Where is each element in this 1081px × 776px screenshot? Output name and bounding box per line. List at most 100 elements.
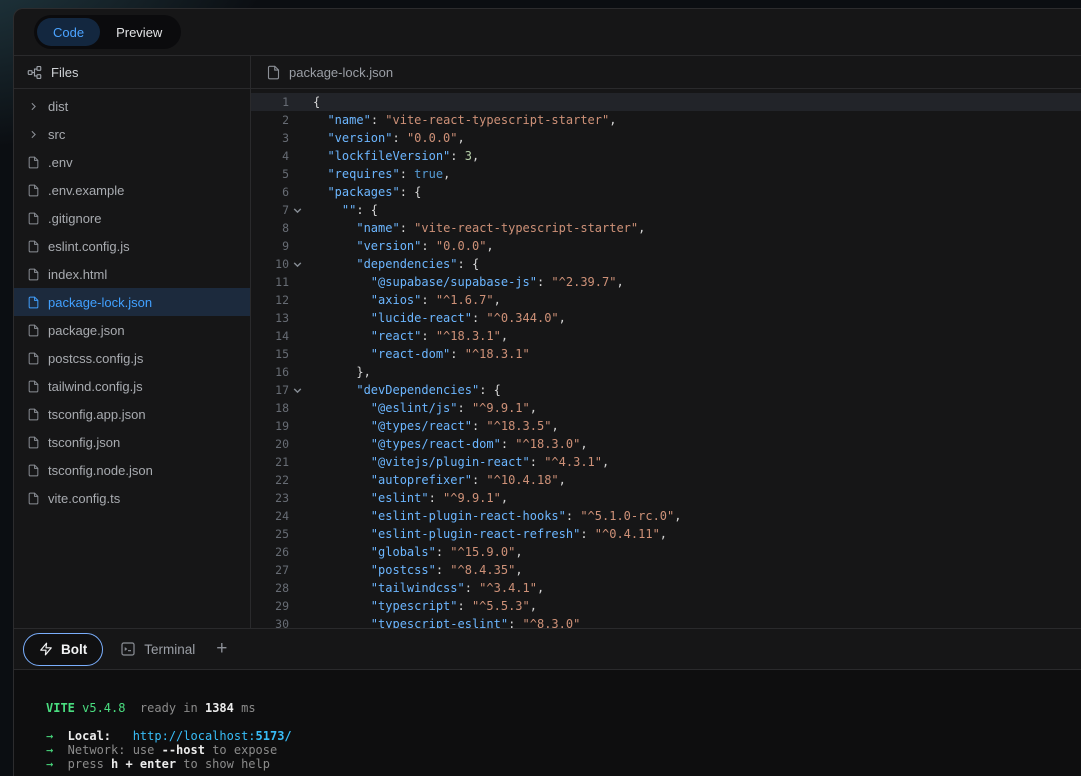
file-tree-item-tailwind.config.js[interactable]: tailwind.config.js [14, 372, 250, 400]
file-tree-item-tsconfig.node.json[interactable]: tsconfig.node.json [14, 456, 250, 484]
code-line-4[interactable]: 4 "lockfileVersion": 3, [251, 147, 1081, 165]
fold-chevron-icon[interactable] [289, 205, 306, 216]
file-tree-item-dist[interactable]: dist [14, 92, 250, 120]
code-line-6[interactable]: 6 "packages": { [251, 183, 1081, 201]
file-tree-item-package-lock.json[interactable]: package-lock.json [14, 288, 250, 316]
line-number: 24 [251, 509, 289, 523]
code-line-22[interactable]: 22 "autoprefixer": "^10.4.18", [251, 471, 1081, 489]
code-area[interactable]: 1{2 "name": "vite-react-typescript-start… [251, 89, 1081, 628]
file-tree-item-vite.config.ts[interactable]: vite.config.ts [14, 484, 250, 512]
file-icon [27, 296, 41, 309]
line-number: 23 [251, 491, 289, 505]
code-line-9[interactable]: 9 "version": "0.0.0", [251, 237, 1081, 255]
code-line-text: "@types/react": "^18.3.5", [306, 417, 559, 435]
code-line-11[interactable]: 11 "@supabase/supabase-js": "^2.39.7", [251, 273, 1081, 291]
file-tree-item-postcss.config.js[interactable]: postcss.config.js [14, 344, 250, 372]
code-line-7[interactable]: 7 "": { [251, 201, 1081, 219]
terminal-tab[interactable]: Terminal [120, 641, 195, 657]
code-line-text: "eslint": "^9.9.1", [306, 489, 508, 507]
code-line-8[interactable]: 8 "name": "vite-react-typescript-starter… [251, 219, 1081, 237]
file-tree-item-.env[interactable]: .env [14, 148, 250, 176]
code-line-15[interactable]: 15 "react-dom": "^18.3.1" [251, 345, 1081, 363]
code-line-12[interactable]: 12 "axios": "^1.6.7", [251, 291, 1081, 309]
file-icon [27, 436, 41, 449]
bottom-tab-bar: Bolt Terminal + [14, 628, 1081, 669]
code-line-3[interactable]: 3 "version": "0.0.0", [251, 129, 1081, 147]
code-line-text: "postcss": "^8.4.35", [306, 561, 523, 579]
line-number: 19 [251, 419, 289, 433]
file-icon [27, 240, 41, 253]
code-line-30[interactable]: 30 "typescript-eslint": "^8.3.0" [251, 615, 1081, 628]
code-line-16[interactable]: 16 }, [251, 363, 1081, 381]
code-line-text: "tailwindcss": "^3.4.1", [306, 579, 544, 597]
line-number: 2 [251, 113, 289, 127]
code-line-14[interactable]: 14 "react": "^18.3.1", [251, 327, 1081, 345]
code-line-28[interactable]: 28 "tailwindcss": "^3.4.1", [251, 579, 1081, 597]
file-tree-item-label: vite.config.ts [48, 491, 120, 506]
code-line-text: "packages": { [306, 183, 421, 201]
file-tree-item-src[interactable]: src [14, 120, 250, 148]
line-number: 10 [251, 257, 289, 271]
terminal-output[interactable]: VITE v5.4.8 ready in 1384 ms→ Local: htt… [14, 669, 1081, 776]
terminal-line: → press h + enter to show help [46, 757, 1081, 771]
file-tree-item-index.html[interactable]: index.html [14, 260, 250, 288]
file-icon [27, 156, 41, 169]
file-tree-item-tsconfig.app.json[interactable]: tsconfig.app.json [14, 400, 250, 428]
file-tree-item-tsconfig.json[interactable]: tsconfig.json [14, 428, 250, 456]
file-tree-item-label: .gitignore [48, 211, 101, 226]
code-toggle-button[interactable]: Code [37, 18, 100, 46]
line-number: 1 [251, 95, 289, 109]
header-row: Files package-lock.json [14, 56, 1081, 89]
chevron-right-icon [27, 100, 41, 113]
code-line-18[interactable]: 18 "@eslint/js": "^9.9.1", [251, 399, 1081, 417]
line-number: 7 [251, 203, 289, 217]
files-panel-header: Files [14, 56, 251, 88]
terminal-line: → Network: use --host to expose [46, 743, 1081, 757]
code-line-29[interactable]: 29 "typescript": "^5.5.3", [251, 597, 1081, 615]
preview-toggle-button[interactable]: Preview [100, 18, 178, 46]
file-tree-item-eslint.config.js[interactable]: eslint.config.js [14, 232, 250, 260]
code-line-text: { [306, 93, 320, 111]
code-line-text: "@vitejs/plugin-react": "^4.3.1", [306, 453, 609, 471]
fold-chevron-icon[interactable] [289, 259, 306, 270]
line-number: 3 [251, 131, 289, 145]
code-line-text: "devDependencies": { [306, 381, 501, 399]
code-line-17[interactable]: 17 "devDependencies": { [251, 381, 1081, 399]
file-tree-item-.env.example[interactable]: .env.example [14, 176, 250, 204]
code-line-5[interactable]: 5 "requires": true, [251, 165, 1081, 183]
line-number: 28 [251, 581, 289, 595]
file-tree-item-label: .env.example [48, 183, 124, 198]
code-line-25[interactable]: 25 "eslint-plugin-react-refresh": "^0.4.… [251, 525, 1081, 543]
editor-file-tab[interactable]: package-lock.json [251, 56, 1081, 88]
code-line-text: "version": "0.0.0", [306, 129, 465, 147]
file-icon [266, 65, 281, 80]
code-line-13[interactable]: 13 "lucide-react": "^0.344.0", [251, 309, 1081, 327]
code-line-text: "@types/react-dom": "^18.3.0", [306, 435, 588, 453]
code-line-1[interactable]: 1{ [251, 93, 1081, 111]
code-line-10[interactable]: 10 "dependencies": { [251, 255, 1081, 273]
code-line-text: "lucide-react": "^0.344.0", [306, 309, 566, 327]
code-line-21[interactable]: 21 "@vitejs/plugin-react": "^4.3.1", [251, 453, 1081, 471]
code-line-19[interactable]: 19 "@types/react": "^18.3.5", [251, 417, 1081, 435]
terminal-icon [120, 641, 136, 657]
bolt-tab[interactable]: Bolt [23, 633, 103, 666]
code-line-text: "react": "^18.3.1", [306, 327, 508, 345]
line-number: 15 [251, 347, 289, 361]
chevron-right-icon [27, 128, 41, 141]
file-icon [27, 352, 41, 365]
code-line-24[interactable]: 24 "eslint-plugin-react-hooks": "^5.1.0-… [251, 507, 1081, 525]
code-line-27[interactable]: 27 "postcss": "^8.4.35", [251, 561, 1081, 579]
code-line-2[interactable]: 2 "name": "vite-react-typescript-starter… [251, 111, 1081, 129]
code-line-text: "name": "vite-react-typescript-starter", [306, 111, 616, 129]
line-number: 18 [251, 401, 289, 415]
code-line-23[interactable]: 23 "eslint": "^9.9.1", [251, 489, 1081, 507]
fold-chevron-icon[interactable] [289, 385, 306, 396]
code-line-20[interactable]: 20 "@types/react-dom": "^18.3.0", [251, 435, 1081, 453]
file-tree-item-package.json[interactable]: package.json [14, 316, 250, 344]
add-terminal-button[interactable]: + [212, 638, 231, 660]
file-tree-item-.gitignore[interactable]: .gitignore [14, 204, 250, 232]
app-window: Code Preview Files [0, 0, 1081, 776]
code-line-26[interactable]: 26 "globals": "^15.9.0", [251, 543, 1081, 561]
code-line-text: "requires": true, [306, 165, 450, 183]
code-line-text: "@supabase/supabase-js": "^2.39.7", [306, 273, 624, 291]
